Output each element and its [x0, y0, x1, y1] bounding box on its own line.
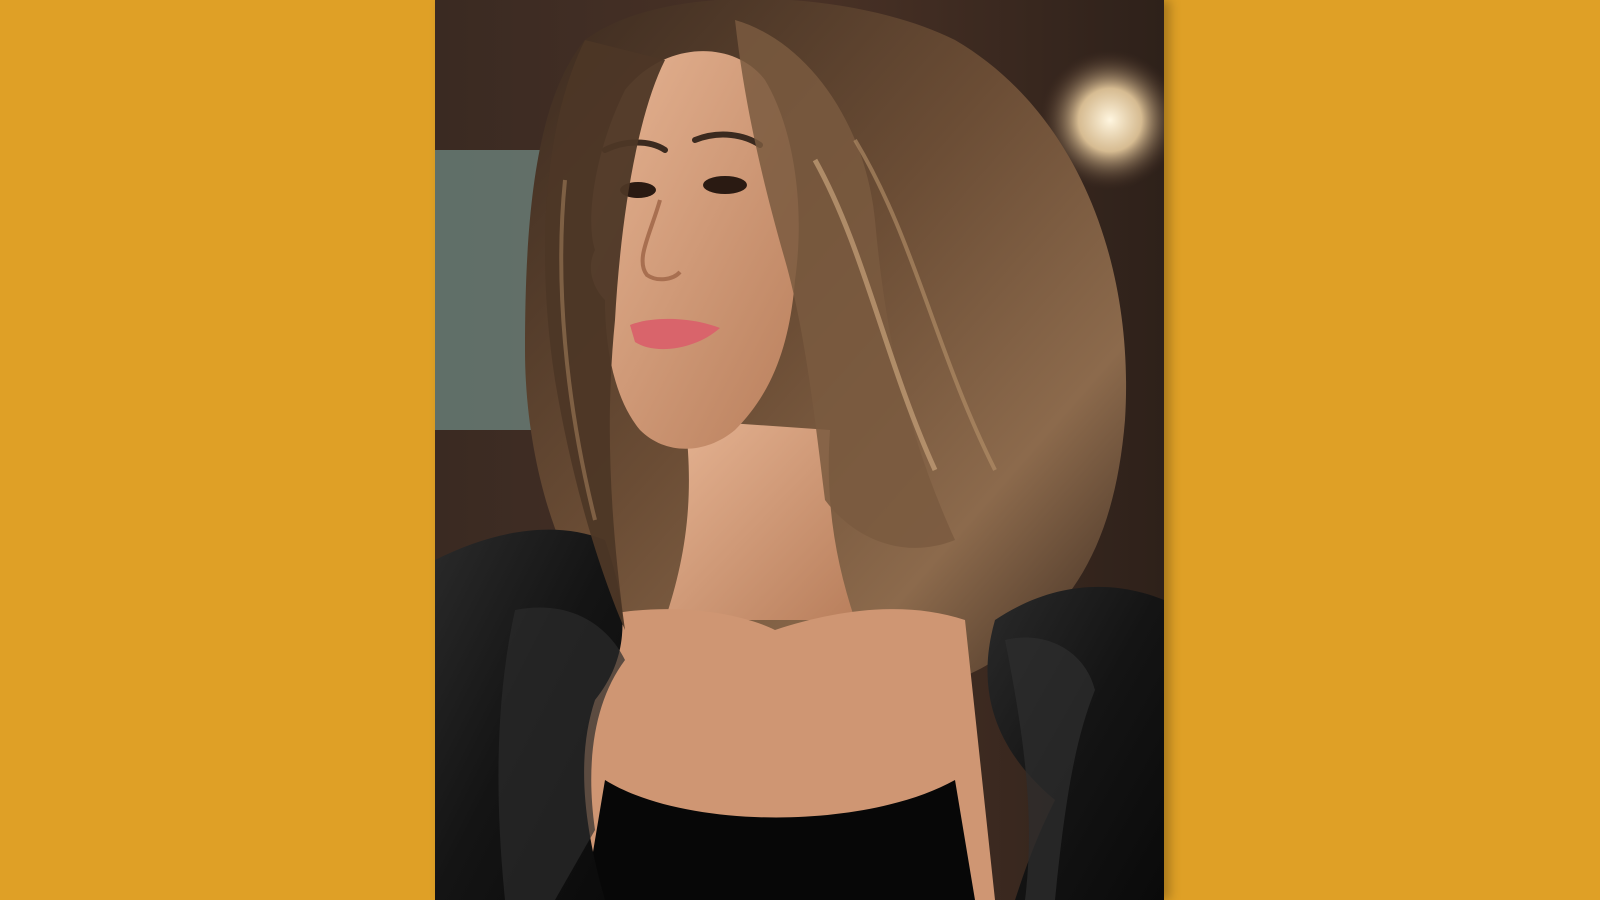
right-eye: [703, 176, 747, 194]
portrait-photo: [435, 0, 1164, 900]
portrait-illustration: [435, 0, 1164, 900]
